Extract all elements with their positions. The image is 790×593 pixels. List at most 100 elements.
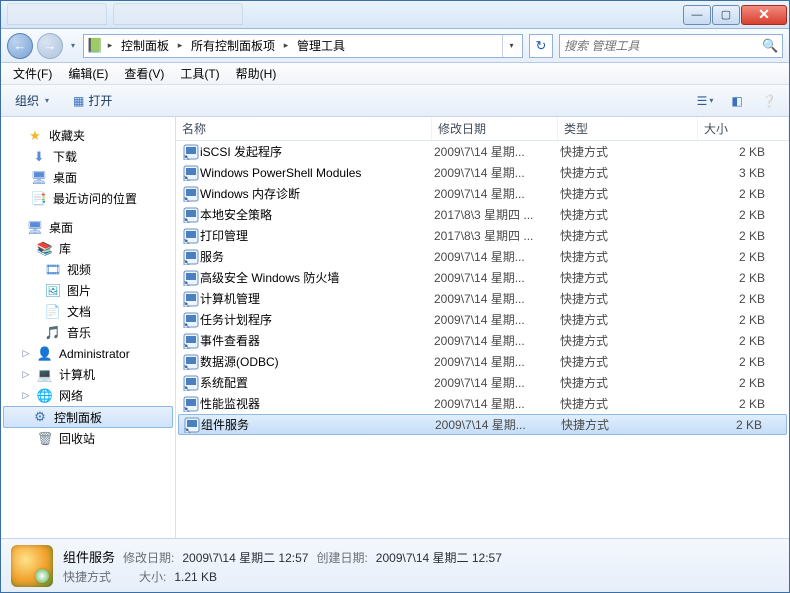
shortcut-icon bbox=[182, 270, 200, 286]
sidebar-item-Administrator[interactable]: ▷👤Administrator bbox=[1, 343, 175, 364]
file-row[interactable]: 计算机管理2009\7\14 星期...快捷方式2 KB bbox=[176, 288, 789, 309]
back-button[interactable]: ← bbox=[7, 33, 33, 59]
menubar: 文件(F) 编辑(E) 查看(V) 工具(T) 帮助(H) bbox=[1, 63, 789, 85]
help-icon: ❔ bbox=[762, 94, 777, 108]
sidebar-libraries[interactable]: 📚 库 bbox=[1, 238, 175, 259]
address-bar[interactable]: 📗 ▸ 控制面板 ▸ 所有控制面板项 ▸ 管理工具 ▾ bbox=[83, 34, 523, 58]
file-row[interactable]: 组件服务2009\7\14 星期...快捷方式2 KB bbox=[178, 414, 787, 435]
menu-view[interactable]: 查看(V) bbox=[116, 63, 172, 84]
maximize-button[interactable]: ▢ bbox=[712, 5, 740, 25]
file-name: 系统配置 bbox=[200, 374, 434, 391]
breadcrumb-sep[interactable]: ▸ bbox=[104, 35, 116, 57]
view-icon: ☰ bbox=[697, 94, 708, 108]
shortcut-icon bbox=[182, 375, 200, 391]
organize-label: 组织 bbox=[15, 92, 39, 109]
file-row[interactable]: 服务2009\7\14 星期...快捷方式2 KB bbox=[176, 246, 789, 267]
sidebar-desktop-fav[interactable]: 🖥 桌面 bbox=[1, 167, 175, 188]
file-row[interactable]: 任务计划程序2009\7\14 星期...快捷方式2 KB bbox=[176, 309, 789, 330]
menu-help[interactable]: 帮助(H) bbox=[228, 63, 285, 84]
file-type: 快捷方式 bbox=[560, 248, 700, 265]
sidebar-item-回收站[interactable]: 🗑回收站 bbox=[1, 428, 175, 449]
minimize-button[interactable]: — bbox=[683, 5, 711, 25]
sidebar-item-控制面板[interactable]: ⚙控制面板 bbox=[3, 406, 173, 428]
menu-file[interactable]: 文件(F) bbox=[5, 63, 60, 84]
file-date: 2009\7\14 星期... bbox=[434, 332, 560, 349]
preview-pane-button[interactable]: ◧ bbox=[725, 89, 749, 113]
file-name: 计算机管理 bbox=[200, 290, 434, 307]
details-text: 组件服务 修改日期: 2009\7\14 星期二 12:57 创建日期: 200… bbox=[63, 547, 502, 585]
open-icon: ▦ bbox=[73, 94, 84, 108]
sidebar-desktop[interactable]: 🖥 桌面 bbox=[1, 217, 175, 238]
background-tabs bbox=[7, 3, 243, 25]
address-dropdown[interactable]: ▾ bbox=[502, 35, 520, 57]
file-row[interactable]: Windows PowerShell Modules2009\7\14 星期..… bbox=[176, 162, 789, 183]
file-type: 快捷方式 bbox=[560, 206, 700, 223]
file-row[interactable]: 打印管理2017\8\3 星期四 ...快捷方式2 KB bbox=[176, 225, 789, 246]
column-headers: 名称 修改日期 类型 大小 bbox=[176, 117, 789, 141]
file-type: 快捷方式 bbox=[560, 353, 700, 370]
bg-tab bbox=[113, 3, 243, 25]
file-size: 2 KB bbox=[700, 250, 789, 264]
sidebar-favorites[interactable]: ★ 收藏夹 bbox=[1, 125, 175, 146]
close-button[interactable]: ✕ bbox=[741, 5, 787, 25]
file-row[interactable]: 性能监视器2009\7\14 星期...快捷方式2 KB bbox=[176, 393, 789, 414]
organize-button[interactable]: 组织 ▾ bbox=[9, 89, 55, 112]
sidebar-downloads[interactable]: ⬇ 下载 bbox=[1, 146, 175, 167]
file-date: 2009\7\14 星期... bbox=[434, 248, 560, 265]
window-buttons: — ▢ ✕ bbox=[683, 5, 787, 25]
expand-icon: ▷ bbox=[21, 390, 31, 401]
sidebar-lib-item[interactable]: 📄文档 bbox=[1, 301, 175, 322]
search-input[interactable] bbox=[564, 39, 762, 53]
refresh-button[interactable]: ↻ bbox=[529, 34, 553, 58]
file-row[interactable]: iSCSI 发起程序2009\7\14 星期...快捷方式2 KB bbox=[176, 141, 789, 162]
shortcut-icon bbox=[182, 228, 200, 244]
sidebar-lib-item[interactable]: 🎵音乐 bbox=[1, 322, 175, 343]
sidebar: ★ 收藏夹 ⬇ 下载 🖥 桌面 📑 最近访问的位置 bbox=[1, 117, 176, 538]
sidebar-lib-item[interactable]: 🖼图片 bbox=[1, 280, 175, 301]
breadcrumb-seg[interactable]: 管理工具 bbox=[292, 35, 350, 57]
col-type[interactable]: 类型 bbox=[558, 117, 698, 140]
details-size-label: 大小: bbox=[139, 568, 166, 585]
shortcut-icon bbox=[182, 291, 200, 307]
sidebar-recent[interactable]: 📑 最近访问的位置 bbox=[1, 188, 175, 209]
view-options-button[interactable]: ☰ ▾ bbox=[693, 89, 717, 113]
breadcrumb-seg[interactable]: 所有控制面板项 bbox=[186, 35, 280, 57]
file-row[interactable]: 系统配置2009\7\14 星期...快捷方式2 KB bbox=[176, 372, 789, 393]
help-button[interactable]: ❔ bbox=[757, 89, 781, 113]
search-icon[interactable]: 🔍 bbox=[762, 38, 778, 54]
body: ★ 收藏夹 ⬇ 下载 🖥 桌面 📑 最近访问的位置 bbox=[1, 117, 789, 538]
menu-edit[interactable]: 编辑(E) bbox=[60, 63, 116, 84]
sidebar-item-计算机[interactable]: ▷💻计算机 bbox=[1, 364, 175, 385]
file-row[interactable]: 数据源(ODBC)2009\7\14 星期...快捷方式2 KB bbox=[176, 351, 789, 372]
open-button[interactable]: ▦ 打开 bbox=[67, 89, 118, 112]
sidebar-item-label: 网络 bbox=[59, 387, 83, 404]
pane-icon: ◧ bbox=[731, 94, 742, 108]
file-row[interactable]: 高级安全 Windows 防火墙2009\7\14 星期...快捷方式2 KB bbox=[176, 267, 789, 288]
menu-tools[interactable]: 工具(T) bbox=[172, 63, 227, 84]
sidebar-item-label: 下载 bbox=[53, 148, 77, 165]
breadcrumb-seg[interactable]: 控制面板 bbox=[116, 35, 174, 57]
file-type: 快捷方式 bbox=[560, 332, 700, 349]
file-row[interactable]: 本地安全策略2017\8\3 星期四 ...快捷方式2 KB bbox=[176, 204, 789, 225]
file-row[interactable]: Windows 内存诊断2009\7\14 星期...快捷方式2 KB bbox=[176, 183, 789, 204]
navbar: ← → ▾ 📗 ▸ 控制面板 ▸ 所有控制面板项 ▸ 管理工具 ▾ ↻ 🔍 bbox=[1, 29, 789, 63]
file-name: 高级安全 Windows 防火墙 bbox=[200, 269, 434, 286]
file-date: 2009\7\14 星期... bbox=[434, 353, 560, 370]
forward-button[interactable]: → bbox=[37, 33, 63, 59]
file-size: 2 KB bbox=[700, 229, 789, 243]
file-type: 快捷方式 bbox=[561, 416, 701, 433]
file-name: 性能监视器 bbox=[200, 395, 434, 412]
file-size: 2 KB bbox=[700, 292, 789, 306]
breadcrumb-sep[interactable]: ▸ bbox=[174, 35, 186, 57]
breadcrumb-sep[interactable]: ▸ bbox=[280, 35, 292, 57]
folder-icon: 🌐 bbox=[37, 388, 53, 404]
search-box[interactable]: 🔍 bbox=[559, 34, 783, 58]
col-name[interactable]: 名称 bbox=[176, 117, 432, 140]
col-date[interactable]: 修改日期 bbox=[432, 117, 558, 140]
sidebar-item-网络[interactable]: ▷ 🌐 网络 bbox=[1, 385, 175, 406]
file-row[interactable]: 事件查看器2009\7\14 星期...快捷方式2 KB bbox=[176, 330, 789, 351]
history-dropdown[interactable]: ▾ bbox=[67, 33, 79, 59]
sidebar-lib-item[interactable]: 🎞视频 bbox=[1, 259, 175, 280]
sidebar-item-label: 音乐 bbox=[67, 324, 91, 341]
col-size[interactable]: 大小 bbox=[698, 117, 789, 140]
